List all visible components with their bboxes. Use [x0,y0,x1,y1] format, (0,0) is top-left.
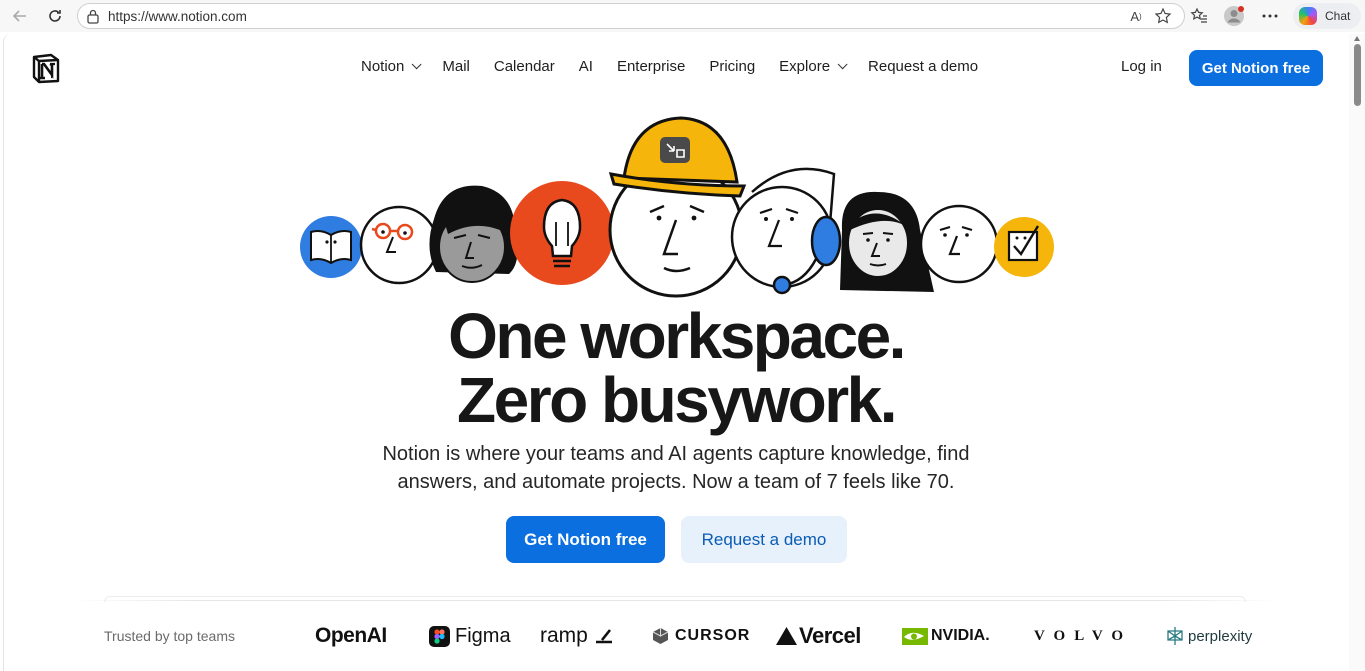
back-arrow-icon [12,10,26,22]
hero-headline: One workspace. Zero busywork. [4,304,1347,432]
favorite-star-icon[interactable] [1151,4,1175,28]
vercel-logo: Vercel [776,622,861,650]
perplexity-icon [1167,627,1183,645]
url-text: https://www.notion.com [108,9,247,24]
scroll-up-arrow-icon[interactable] [1354,36,1360,41]
perplexity-logo-text: perplexity [1188,627,1253,645]
vercel-triangle-icon [776,627,797,645]
figma-icon [429,625,450,647]
volvo-logo-text: VOLVO [1034,627,1133,644]
hero-subtitle: Notion is where your teams and AI agents… [4,440,1347,496]
headline-line-2: Zero busywork. [457,364,898,436]
copilot-icon [1299,7,1317,25]
subtitle-line-2: answers, and automate projects. Now a te… [397,471,955,493]
headline-line-1: One workspace. [448,300,906,372]
subtitle-line-1: Notion is where your teams and AI agents… [382,443,970,465]
back-button[interactable] [8,4,32,28]
nvidia-logo: NVIDIA. [902,622,990,650]
hard-hat-avatar-icon [608,116,747,298]
read-aloud-icon[interactable]: A) [1124,4,1148,28]
volvo-logo: VOLVO [1034,622,1132,650]
headset-avatar-icon [730,167,842,295]
checkbox-avatar-icon [994,217,1054,277]
vercel-logo-text: Vercel [799,623,861,648]
ramp-icon [595,629,612,644]
small-face-avatar-icon [919,204,999,284]
dark-hair-avatar-icon [429,185,518,283]
copilot-chat-button[interactable]: Chat [1293,3,1361,29]
address-bar[interactable]: https://www.notion.com [77,3,1185,29]
lightbulb-avatar-icon [510,181,614,285]
page-viewport: Notion Mail Calendar AI Enterprise Prici… [3,34,1347,671]
browser-toolbar: https://www.notion.com A) Chat [0,0,1365,32]
figma-logo-text: Figma [455,624,511,647]
perplexity-logo: perplexity [1166,622,1252,650]
divider [74,600,1280,601]
lock-icon [87,9,99,24]
reload-button[interactable] [43,4,67,28]
profile-avatar[interactable] [1222,4,1246,28]
request-demo-button[interactable]: Request a demo [681,516,847,563]
nvidia-eye-icon [902,627,928,645]
cursor-logo: CURSOR [652,622,750,650]
cursor-logo-text: CURSOR [675,627,751,644]
get-notion-free-button[interactable]: Get Notion free [506,516,665,563]
scroll-thumb[interactable] [1354,44,1361,106]
reload-icon [49,10,61,22]
nvidia-logo-text: NVIDIA. [931,627,990,644]
favorites-icon[interactable] [1187,4,1211,28]
figma-logo: Figma [429,622,511,650]
product-preview-edge [104,596,1246,602]
ramp-logo: ramp [540,622,614,650]
openai-logo-text: OpenAI [315,624,387,647]
hero-illustration [300,116,1054,298]
glasses-face-avatar-icon [359,205,439,285]
trusted-label: Trusted by top teams [104,628,235,644]
page-scrollbar[interactable] [1349,34,1365,671]
more-options-icon[interactable] [1258,4,1282,28]
ramp-logo-text: ramp [540,624,588,647]
openai-logo: OpenAI [315,622,387,650]
book-avatar-icon [300,216,362,278]
cursor-icon [652,628,669,644]
chat-label: Chat [1325,9,1351,23]
